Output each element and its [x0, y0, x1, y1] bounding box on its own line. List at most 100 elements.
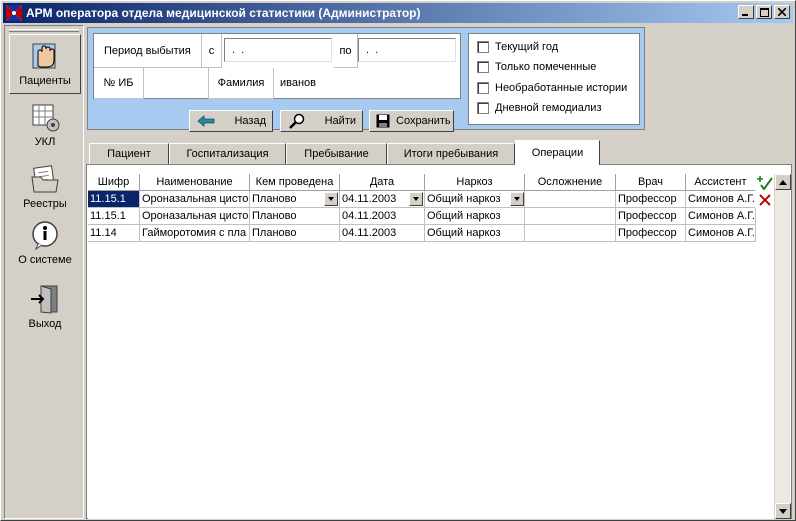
find-button[interactable]: Найти [280, 110, 363, 132]
cell-anesthesia[interactable]: Общий наркоз [425, 208, 525, 225]
minimize-icon [742, 14, 748, 16]
tab-stay[interactable]: Пребывание [286, 143, 387, 164]
back-button[interactable]: Назад [189, 110, 273, 132]
cell-assistant[interactable]: Симонов А.Г. [686, 225, 756, 242]
app-window: АРМ оператора отдела медицинской статист… [0, 0, 796, 521]
checkbox-label: Только помеченные [495, 61, 597, 73]
check-only-marked[interactable]: Только помеченные [477, 61, 596, 73]
dropdown-arrow-icon[interactable] [510, 192, 524, 206]
scroll-up-button[interactable] [775, 174, 791, 190]
window-title: АРМ оператора отдела медицинской статист… [26, 6, 421, 20]
cell-doctor[interactable]: Профессор [616, 225, 686, 242]
maximize-button[interactable] [756, 5, 772, 19]
column-header[interactable]: Осложнение [525, 174, 616, 191]
date-from-input[interactable] [224, 38, 332, 62]
add-check-icon [756, 175, 773, 191]
checkbox-label: Дневной гемодиализ [495, 102, 602, 114]
tab-stay-results[interactable]: Итоги пребывания [387, 143, 515, 164]
back-button-label: Назад [234, 115, 266, 127]
cell-performed-by[interactable]: Планово [250, 191, 340, 208]
cell-text: Общий наркоз [427, 193, 501, 205]
cell-assistant[interactable]: Симонов А.Г. [686, 191, 756, 208]
sidebar-item-label: УКЛ [34, 136, 56, 148]
info-icon [28, 218, 62, 252]
cell-name[interactable]: Ороназальная цисто [140, 208, 250, 225]
checkbox[interactable] [477, 82, 489, 94]
check-unprocessed[interactable]: Необработанные истории [477, 82, 627, 94]
filter-checkboxes: Текущий год Только помеченные Необработа… [468, 33, 640, 125]
dropdown-arrow-icon[interactable] [324, 192, 338, 206]
save-button-label: Сохранить [396, 115, 451, 127]
save-button[interactable]: Сохранить [369, 110, 454, 132]
sidebar-item-label: О системе [18, 254, 72, 266]
title-bar[interactable]: АРМ оператора отдела медицинской статист… [3, 3, 793, 23]
cell-assistant[interactable]: Симонов А.Г. [686, 208, 756, 225]
tab-patient[interactable]: Пациент [89, 143, 169, 164]
cell-date[interactable]: 04.11.2003 [340, 208, 425, 225]
sidebar-item-label: Реестры [23, 198, 67, 210]
arrow-up-icon [779, 179, 787, 185]
cell-performed-by[interactable]: Планово [250, 208, 340, 225]
patients-hand-icon [28, 39, 62, 73]
column-header[interactable]: Врач [616, 174, 686, 191]
cell-name[interactable]: Гайморотомия с пла [140, 225, 250, 242]
cell-code[interactable]: 11.15.1 [88, 191, 140, 208]
cell-code[interactable]: 11.15.1 [88, 208, 140, 225]
to-label: по [334, 34, 358, 68]
period-label: Период выбытия [94, 34, 202, 68]
date-to-input[interactable] [358, 38, 456, 62]
cell-anesthesia[interactable]: Общий наркоз [425, 191, 525, 208]
table-row[interactable]: 11.15.1 Ороназальная цисто Планово 04.11… [88, 191, 756, 208]
grid-body: Шифр Наименование Кем проведена Дата Нар… [88, 174, 774, 519]
sidebar-item-about[interactable]: О системе [9, 214, 81, 274]
arrow-down-icon [779, 508, 787, 514]
cell-complication[interactable] [525, 191, 616, 208]
cell-code[interactable]: 11.14 [88, 225, 140, 242]
checkbox[interactable] [477, 41, 489, 53]
cell-date[interactable]: 04.11.2003 [340, 225, 425, 242]
column-header[interactable]: Наименование [140, 174, 250, 191]
table-row[interactable]: 11.14 Гайморотомия с пла Планово 04.11.2… [88, 225, 756, 242]
cell-name[interactable]: Ороназальная цисто [140, 191, 250, 208]
check-day-hemodialysis[interactable]: Дневной гемодиализ [477, 102, 602, 114]
scroll-down-button[interactable] [775, 503, 791, 519]
dropdown-arrow-icon[interactable] [409, 192, 423, 206]
cell-doctor[interactable]: Профессор [616, 208, 686, 225]
cell-anesthesia[interactable]: Общий наркоз [425, 225, 525, 242]
cell-date[interactable]: 04.11.2003 [340, 191, 425, 208]
cell-complication[interactable] [525, 208, 616, 225]
tab-operations[interactable]: Операции [515, 140, 600, 165]
cell-complication[interactable] [525, 225, 616, 242]
delete-row-button[interactable] [755, 191, 774, 208]
minimize-button[interactable] [738, 5, 754, 19]
checkbox[interactable] [477, 102, 489, 114]
table-row[interactable]: 11.15.1 Ороназальная цисто Планово 04.11… [88, 208, 756, 225]
vertical-scrollbar[interactable] [774, 174, 791, 519]
sidebar-item-exit[interactable]: Выход [9, 278, 81, 338]
filter-panel: Период выбытия с по № ИБ Фамилия Текущий… [87, 27, 645, 132]
find-button-label: Найти [324, 115, 356, 127]
surname-input[interactable] [276, 70, 456, 96]
column-header[interactable]: Наркоз [425, 174, 525, 191]
sidebar-grip [9, 29, 79, 32]
app-logo-icon [6, 5, 22, 21]
exit-door-icon [28, 282, 62, 316]
ib-number-input[interactable] [146, 70, 208, 96]
tab-bar: Пациент Госпитализация Пребывание Итоги … [89, 140, 789, 165]
main-panel: Период выбытия с по № ИБ Фамилия Текущий… [86, 25, 793, 519]
check-current-year[interactable]: Текущий год [477, 41, 558, 53]
column-header[interactable]: Ассистент [686, 174, 756, 191]
sidebar-item-ukl[interactable]: УКЛ [9, 96, 81, 156]
column-header[interactable]: Шифр [88, 174, 140, 191]
cell-doctor[interactable]: Профессор [616, 191, 686, 208]
sidebar-item-patients[interactable]: Пациенты [9, 34, 81, 94]
cell-performed-by[interactable]: Планово [250, 225, 340, 242]
sidebar-item-registries[interactable]: Реестры [9, 158, 81, 218]
checkbox[interactable] [477, 61, 489, 73]
add-row-button[interactable] [755, 174, 774, 191]
column-header[interactable]: Дата [340, 174, 425, 191]
column-header[interactable]: Кем проведена [250, 174, 340, 191]
close-button[interactable] [774, 5, 790, 19]
tab-hospitalization[interactable]: Госпитализация [169, 143, 286, 164]
checkbox-label: Необработанные истории [495, 82, 628, 94]
